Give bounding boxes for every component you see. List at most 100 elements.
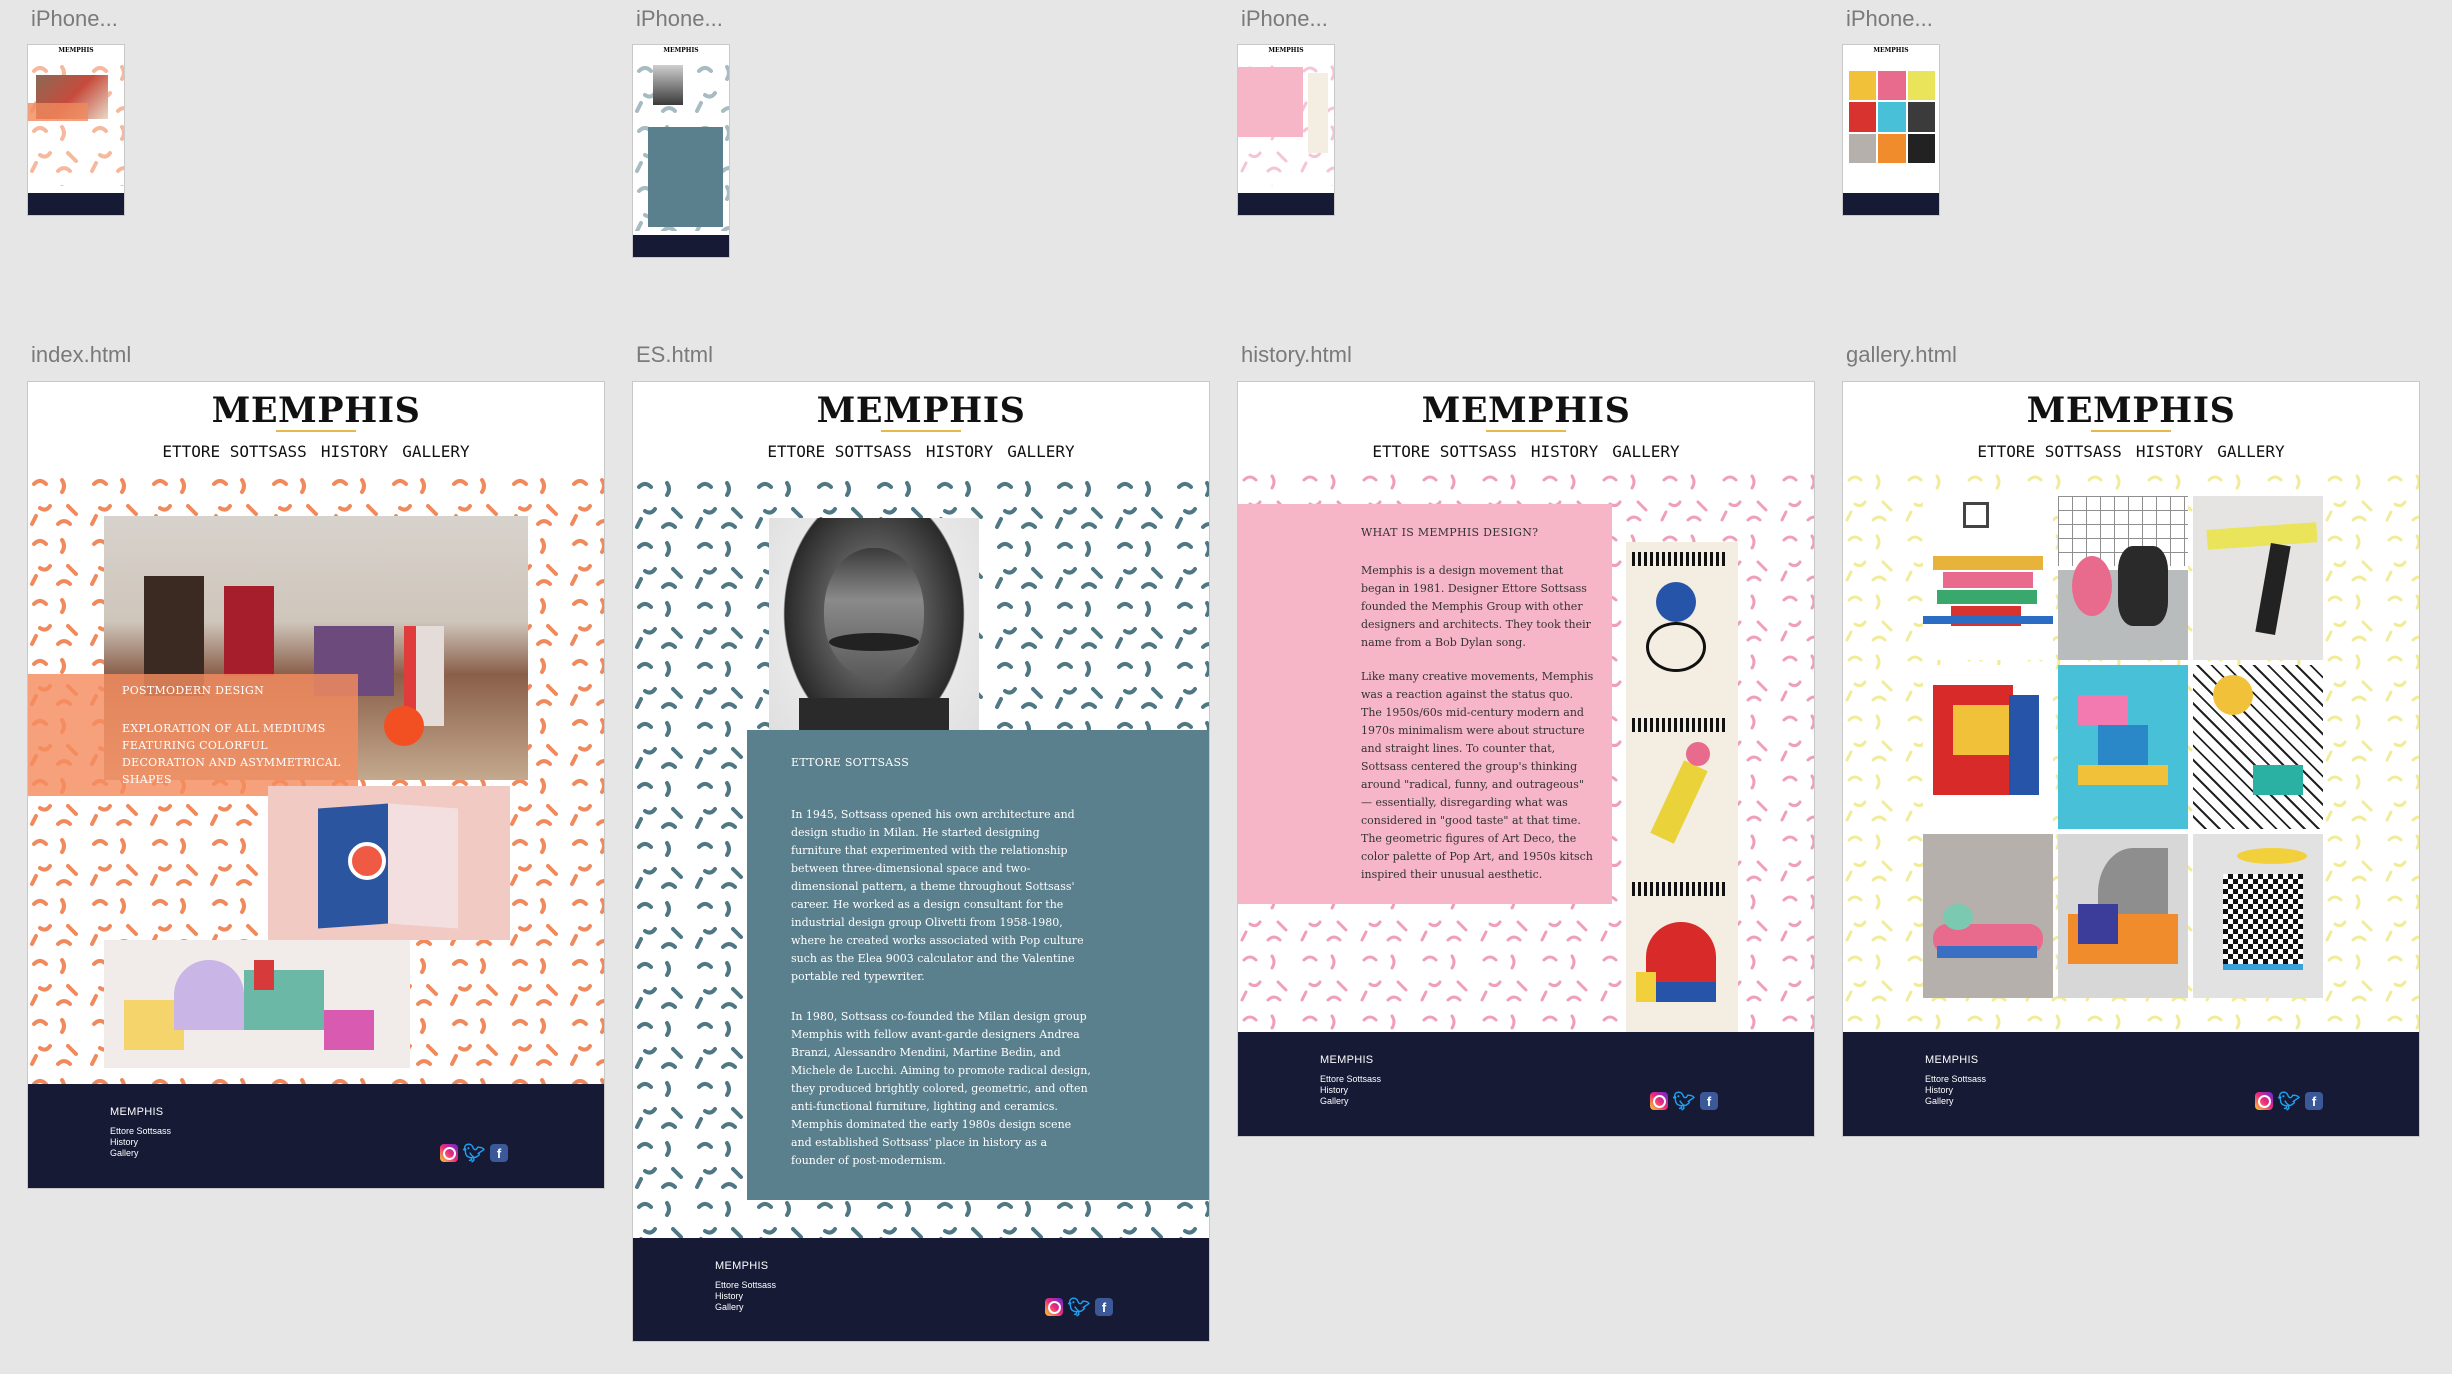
footer-link-gallery[interactable]: Gallery [715,1302,744,1312]
thumbnail-gallery[interactable]: MEMPHIS [1842,44,1940,216]
social-links: 🐦︎ f [440,1143,508,1163]
gallery-image[interactable] [1923,496,2053,660]
thumb-title: MEMPHIS [58,47,94,54]
artboard-label-gallery[interactable]: gallery.html [1846,342,1957,368]
history-paragraph-1: Memphis is a design movement that began … [1361,564,1591,649]
artboard-gallery[interactable]: MEMPHIS ETTORE SOTTSASS HISTORY GALLERY [1842,381,2420,1137]
site-footer: MEMPHIS Ettore Sottsass History Gallery … [1843,1032,2419,1136]
site-title: MEMPHIS [816,390,1026,431]
title-rule [2091,430,2171,432]
thumb-footer [633,235,729,257]
site-title: MEMPHIS [1421,390,1631,431]
artboard-label-index[interactable]: index.html [31,342,131,368]
main-nav: ETTORE SOTTSASS HISTORY GALLERY [1843,442,2419,461]
footer-link-ettore-sottsass[interactable]: Ettore Sottsass [1320,1074,1381,1084]
site-title: MEMPHIS [2026,390,2236,431]
thumb-portrait [653,65,683,105]
thumb-title: MEMPHIS [663,47,699,54]
footer-link-history[interactable]: History [1925,1085,1953,1095]
gallery-image[interactable] [1923,665,2053,829]
site-footer: MEMPHIS Ettore Sottsass History Gallery … [1238,1032,1814,1136]
footer-link-gallery[interactable]: Gallery [1925,1096,1954,1106]
gallery-grid [1923,496,2323,998]
main-nav: ETTORE SOTTSASS HISTORY GALLERY [28,442,604,461]
thumb-label-1[interactable]: iPhone... [31,6,118,32]
site-footer: MEMPHIS Ettore Sottsass History Gallery … [28,1084,604,1188]
footer-link-history[interactable]: History [110,1137,138,1147]
thumb-title: MEMPHIS [1873,47,1909,54]
nav-gallery[interactable]: GALLERY [1007,442,1074,461]
twitter-icon[interactable]: 🐦︎ [1068,1297,1091,1317]
thumb-overlay [28,103,88,121]
footer-link-gallery[interactable]: Gallery [110,1148,139,1158]
site-footer: MEMPHIS Ettore Sottsass History Gallery … [633,1238,1209,1341]
gallery-image[interactable] [2193,834,2323,998]
thumb-footer [28,193,124,215]
book-photo [268,786,510,940]
social-links: 🐦︎ f [1045,1297,1113,1317]
nav-ettore-sottsass[interactable]: ETTORE SOTTSASS [767,442,912,461]
title-rule [1486,430,1566,432]
thumbnail-es[interactable]: MEMPHIS [632,44,730,258]
thumbnail-index[interactable]: MEMPHIS [27,44,125,216]
history-heading: WHAT IS MEMPHIS DESIGN? [1361,526,1539,539]
footer-link-history[interactable]: History [1320,1085,1348,1095]
nav-history[interactable]: HISTORY [926,442,993,461]
footer-link-history[interactable]: History [715,1291,743,1301]
thumb-label-2[interactable]: iPhone... [636,6,723,32]
title-rule [881,430,961,432]
site-title: MEMPHIS [211,390,421,431]
social-links: 🐦︎ f [1650,1091,1718,1111]
main-nav: ETTORE SOTTSASS HISTORY GALLERY [633,442,1209,461]
thumb-footer [1238,193,1334,215]
gallery-image[interactable] [1923,834,2053,998]
nav-ettore-sottsass[interactable]: ETTORE SOTTSASS [1372,442,1517,461]
artboard-label-history[interactable]: history.html [1241,342,1352,368]
facebook-icon[interactable]: f [2305,1092,2323,1110]
twitter-icon[interactable]: 🐦︎ [2278,1091,2301,1111]
nav-gallery[interactable]: GALLERY [402,442,469,461]
artboard-history[interactable]: MEMPHIS ETTORE SOTTSASS HISTORY GALLERY … [1237,381,1815,1137]
footer-link-ettore-sottsass[interactable]: Ettore Sottsass [110,1126,171,1136]
instagram-icon[interactable] [1650,1092,1668,1110]
facebook-icon[interactable]: f [490,1144,508,1162]
sottsass-portrait [769,518,979,758]
gallery-image[interactable] [2058,834,2188,998]
instagram-icon[interactable] [440,1144,458,1162]
instagram-icon[interactable] [1045,1298,1063,1316]
footer-link-ettore-sottsass[interactable]: Ettore Sottsass [715,1280,776,1290]
gallery-image[interactable] [2193,665,2323,829]
footer-brand: MEMPHIS [715,1260,769,1272]
gallery-image[interactable] [2193,496,2323,660]
nav-history[interactable]: HISTORY [1531,442,1598,461]
nav-ettore-sottsass[interactable]: ETTORE SOTTSASS [1977,442,2122,461]
twitter-icon[interactable]: 🐦︎ [1673,1091,1696,1111]
facebook-icon[interactable]: f [1700,1092,1718,1110]
artboard-es[interactable]: MEMPHIS ETTORE SOTTSASS HISTORY GALLERY … [632,381,1210,1342]
thumb-title: MEMPHIS [1268,47,1304,54]
bio-caption: ETTORE SOTTSASS [791,756,910,769]
thumb-label-3[interactable]: iPhone... [1241,6,1328,32]
nav-history[interactable]: HISTORY [321,442,388,461]
nav-history[interactable]: HISTORY [2136,442,2203,461]
thumb-footer [1843,193,1939,215]
nav-gallery[interactable]: GALLERY [1612,442,1679,461]
artboard-label-es[interactable]: ES.html [636,342,713,368]
nav-gallery[interactable]: GALLERY [2217,442,2284,461]
footer-link-gallery[interactable]: Gallery [1320,1096,1349,1106]
nav-ettore-sottsass[interactable]: ETTORE SOTTSASS [162,442,307,461]
facebook-icon[interactable]: f [1095,1298,1113,1316]
thumb-label-4[interactable]: iPhone... [1846,6,1933,32]
bio-paragraph-1: In 1945, Sottsass opened his own archite… [791,808,1084,983]
footer-link-ettore-sottsass[interactable]: Ettore Sottsass [1925,1074,1986,1084]
gallery-image[interactable] [2058,665,2188,829]
thumbnail-history[interactable]: MEMPHIS [1237,44,1335,216]
artboard-index[interactable]: MEMPHIS ETTORE SOTTSASS HISTORY GALLERY … [27,381,605,1189]
furniture-photo [104,940,410,1068]
thumb-panel [1238,67,1303,137]
instagram-icon[interactable] [2255,1092,2273,1110]
gallery-image[interactable] [2058,496,2188,660]
twitter-icon[interactable]: 🐦︎ [463,1143,486,1163]
hero-heading: POSTMODERN DESIGN [122,684,265,697]
history-paragraph-2: Like many creative movements, Memphis wa… [1361,670,1594,881]
